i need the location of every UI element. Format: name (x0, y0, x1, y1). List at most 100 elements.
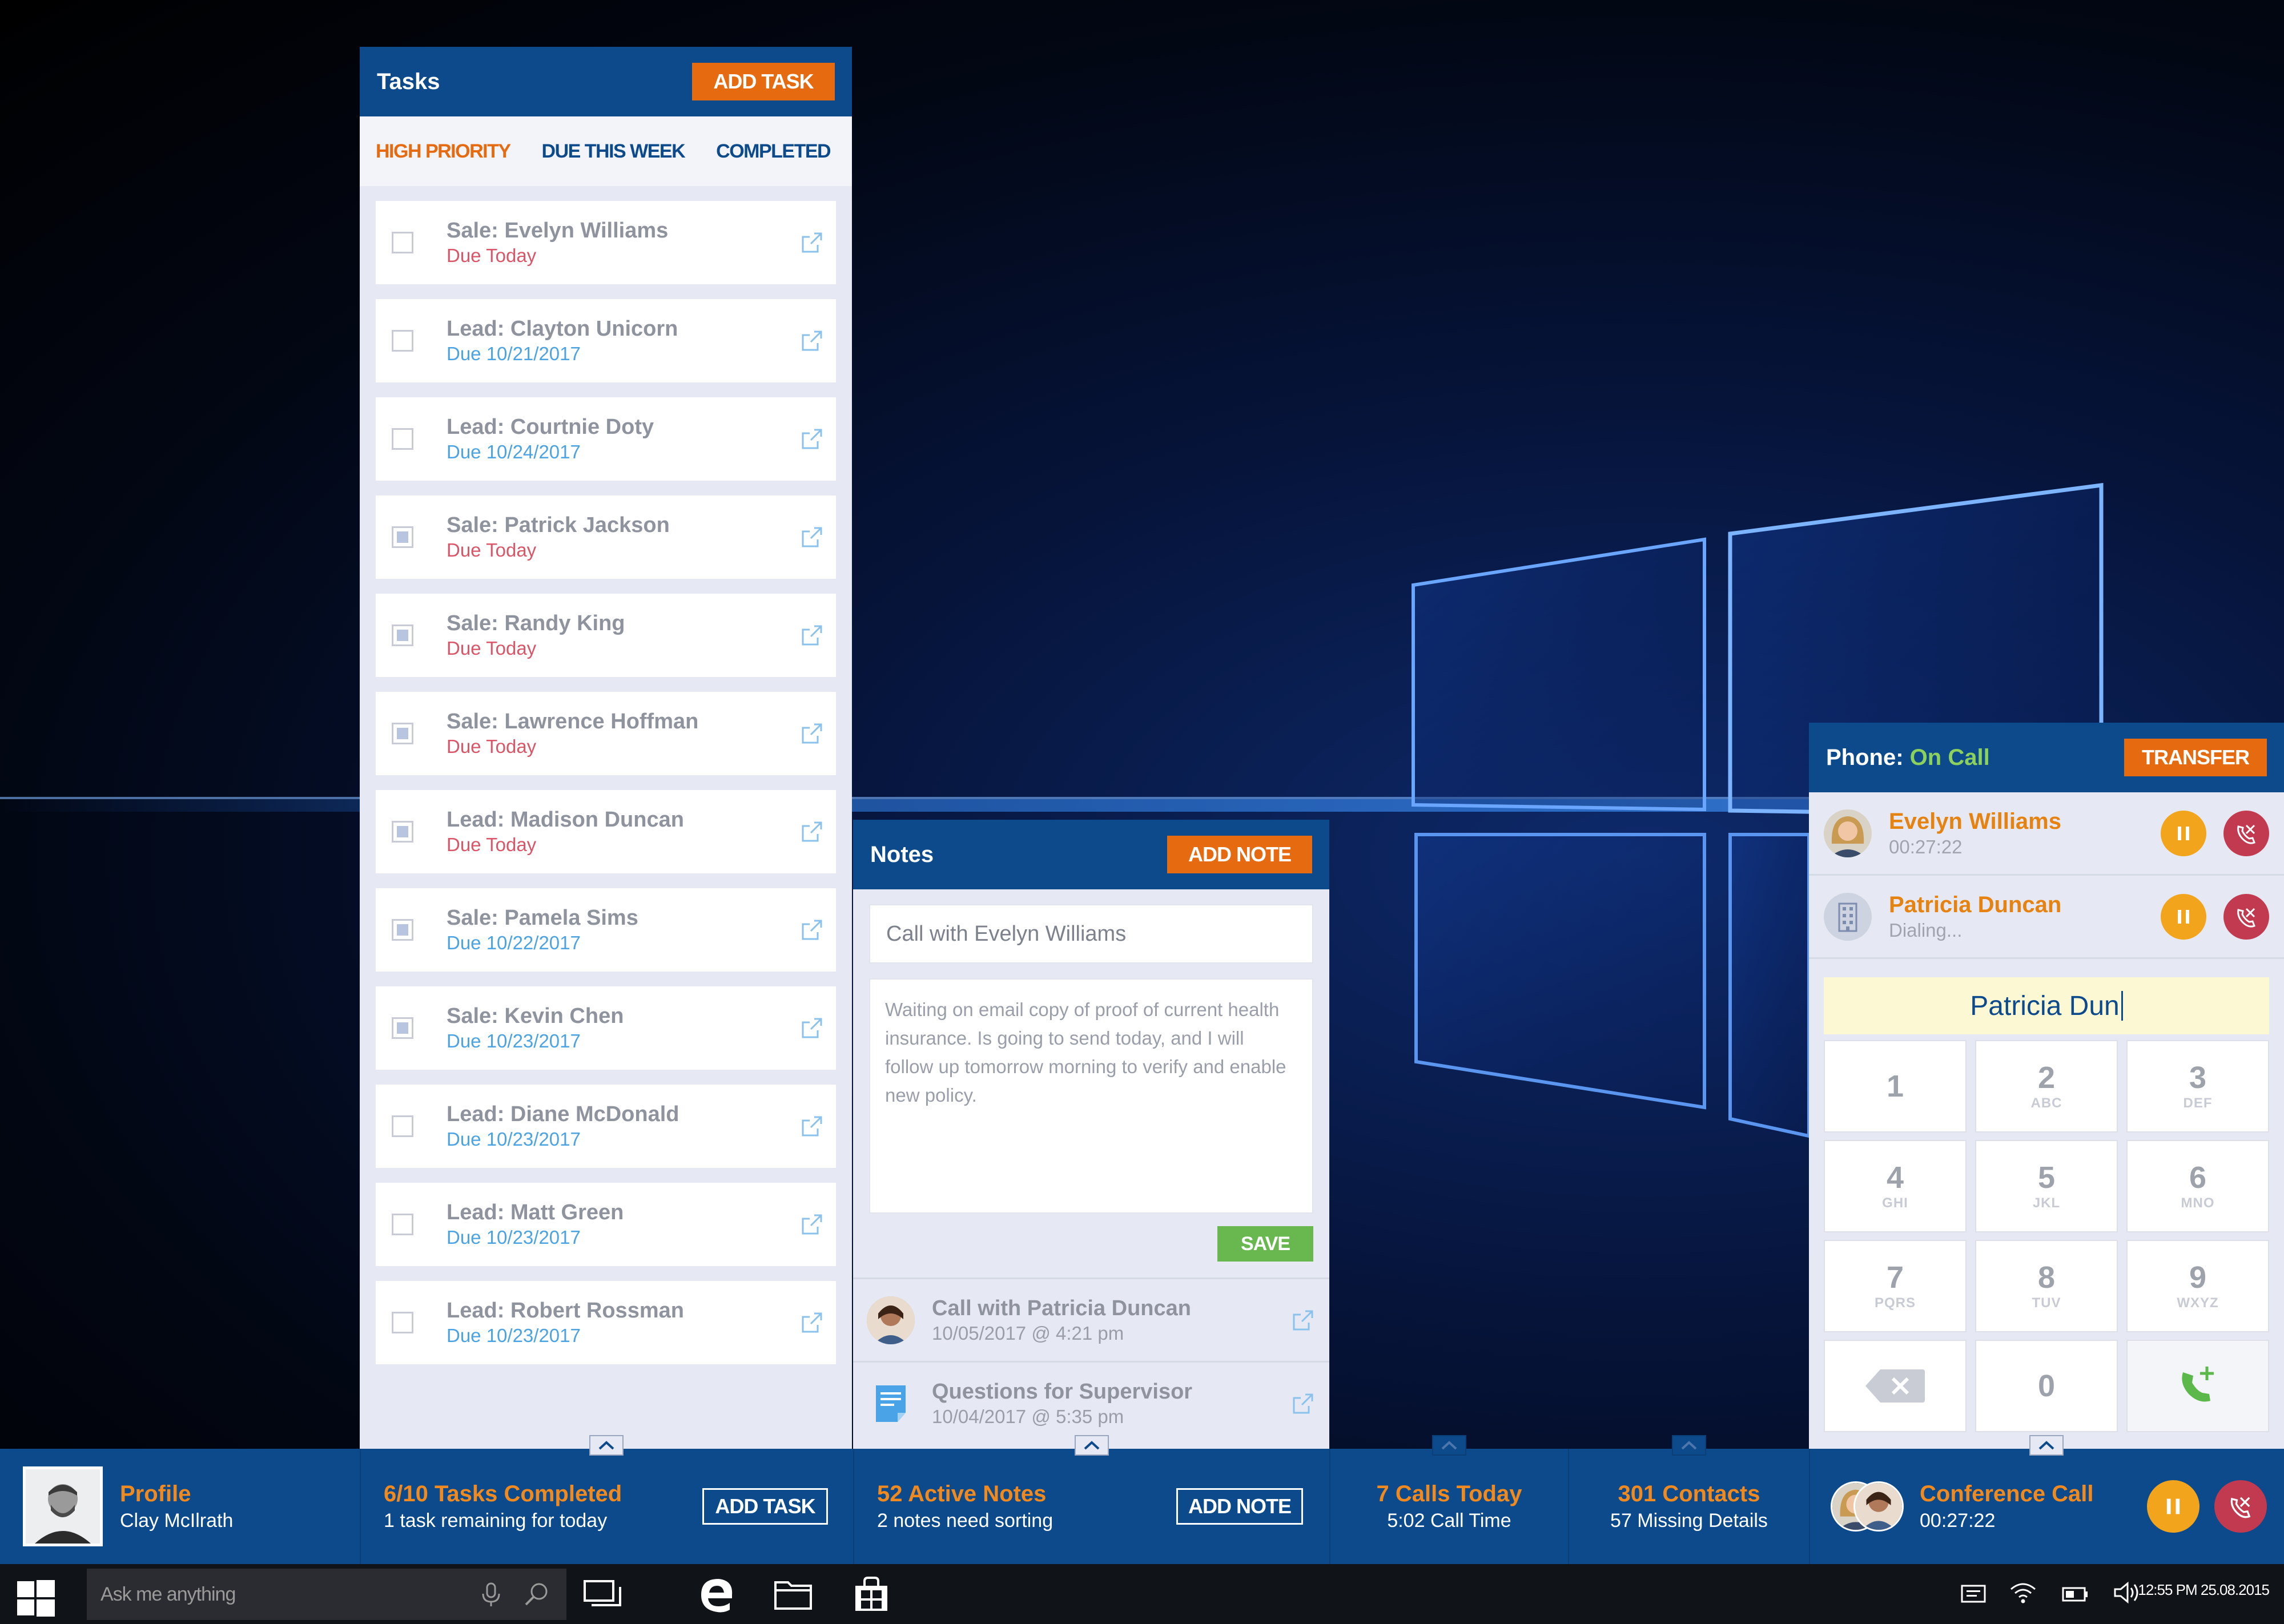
task-item[interactable]: Lead: Diane McDonald Due 10/23/2017 (376, 1085, 836, 1168)
external-link-icon[interactable] (799, 1114, 825, 1139)
search-icon[interactable] (523, 1581, 549, 1607)
task-checkbox[interactable] (392, 919, 413, 941)
cortana-search-box[interactable]: Ask me anything (87, 1569, 566, 1620)
task-item[interactable]: Lead: Robert Rossman Due 10/23/2017 (376, 1281, 836, 1364)
task-due-date: Due 10/23/2017 (447, 1227, 581, 1248)
task-item[interactable]: Lead: Matt Green Due 10/23/2017 (376, 1183, 836, 1266)
task-checkbox[interactable] (392, 1115, 413, 1137)
task-checkbox[interactable] (392, 1312, 413, 1333)
store-icon[interactable] (853, 1575, 890, 1616)
external-link-icon[interactable] (1290, 1391, 1316, 1416)
pause-icon (2178, 826, 2189, 840)
external-link-icon[interactable] (799, 1015, 825, 1041)
note-body-textarea[interactable]: Waiting on email copy of proof of curren… (869, 978, 1313, 1214)
task-item[interactable]: Sale: Pamela Sims Due 10/22/2017 (376, 888, 836, 972)
external-link-icon[interactable] (799, 230, 825, 255)
task-checkbox[interactable] (392, 526, 413, 548)
task-item[interactable]: Lead: Clayton Unicorn Due 10/21/2017 (376, 299, 836, 382)
transfer-button[interactable]: TRANSFER (2124, 739, 2267, 776)
hold-button[interactable] (2161, 810, 2206, 856)
dial-key-8[interactable]: 8 TUV (1975, 1240, 2118, 1332)
notes-title: Notes (870, 841, 934, 867)
expand-phone-tab[interactable] (2029, 1435, 2064, 1456)
add-task-button[interactable]: ADD TASK (692, 63, 835, 100)
task-checkbox[interactable] (392, 1214, 413, 1235)
notes-header: Notes ADD NOTE (853, 820, 1329, 889)
task-checkbox[interactable] (392, 330, 413, 352)
text-cursor (2121, 991, 2123, 1021)
hold-button[interactable] (2161, 893, 2206, 940)
conference-hangup-button[interactable] (2214, 1480, 2267, 1533)
task-item[interactable]: Sale: Randy King Due Today (376, 594, 836, 677)
dial-key-7[interactable]: 7 PQRS (1824, 1240, 1967, 1332)
task-checkbox[interactable] (392, 232, 413, 253)
task-item[interactable]: Sale: Kevin Chen Due 10/23/2017 (376, 986, 836, 1070)
external-link-icon[interactable] (799, 328, 825, 353)
calls-summary-section[interactable]: 7 Calls Today 5:02 Call Time (1329, 1435, 1568, 1564)
external-link-icon[interactable] (799, 1310, 825, 1335)
external-link-icon[interactable] (799, 426, 825, 452)
task-item[interactable]: Sale: Patrick Jackson Due Today (376, 495, 836, 579)
external-link-icon[interactable] (799, 819, 825, 844)
add-call-button[interactable] (2126, 1340, 2269, 1432)
wifi-icon[interactable] (2009, 1580, 2037, 1608)
external-link-icon[interactable] (799, 623, 825, 648)
task-checkbox[interactable] (392, 723, 413, 744)
edge-browser-icon[interactable] (698, 1575, 735, 1616)
task-due-date: Due 10/23/2017 (447, 1129, 581, 1150)
windows-start-icon[interactable] (17, 1580, 55, 1621)
external-link-icon[interactable] (799, 721, 825, 746)
task-name: Lead: Matt Green (447, 1200, 624, 1224)
note-title-input[interactable]: Call with Evelyn Williams (869, 904, 1313, 964)
dial-key-letters: TUV (2032, 1295, 2061, 1311)
file-explorer-icon[interactable] (773, 1579, 813, 1614)
profile-section[interactable]: Profile Clay McIlrath (0, 1449, 360, 1564)
hangup-button[interactable] (2223, 893, 2269, 940)
battery-icon[interactable] (2061, 1583, 2090, 1607)
expand-calls-tab[interactable] (1432, 1435, 1466, 1456)
task-item[interactable]: Lead: Madison Duncan Due Today (376, 790, 836, 873)
task-checkbox[interactable] (392, 1017, 413, 1039)
contacts-count: 301 Contacts (1618, 1481, 1760, 1506)
hangup-button[interactable] (2223, 810, 2269, 856)
dial-key-3[interactable]: 3 DEF (2126, 1040, 2269, 1133)
dial-key-2[interactable]: 2 ABC (1975, 1040, 2118, 1133)
conference-hold-button[interactable] (2147, 1480, 2199, 1533)
phone-panel: Phone: On Call TRANSFER Evelyn Williams … (1809, 723, 2284, 1449)
dial-key-9[interactable]: 9 WXYZ (2126, 1240, 2269, 1332)
note-item[interactable]: Call with Patricia Duncan 10/05/2017 @ 4… (853, 1278, 1329, 1361)
bottom-add-task-button[interactable]: ADD TASK (702, 1488, 828, 1525)
expand-contacts-tab[interactable] (1672, 1435, 1706, 1456)
task-view-icon[interactable] (582, 1579, 622, 1614)
dial-key-1[interactable]: 1 (1824, 1040, 1967, 1133)
microphone-icon[interactable] (480, 1581, 502, 1607)
external-link-icon[interactable] (799, 917, 825, 942)
task-checkbox[interactable] (392, 428, 413, 450)
dial-input[interactable]: Patricia Dun (1824, 977, 2269, 1034)
save-note-button[interactable]: SAVE (1217, 1226, 1313, 1262)
tab-completed[interactable]: COMPLETED (716, 140, 831, 163)
tab-due-this-week[interactable]: DUE THIS WEEK (542, 140, 686, 163)
task-item[interactable]: Sale: Lawrence Hoffman Due Today (376, 692, 836, 775)
dial-key-0[interactable]: 0 (1975, 1340, 2118, 1432)
backspace-button[interactable] (1824, 1340, 1967, 1432)
external-link-icon[interactable] (1290, 1308, 1316, 1333)
bottom-add-note-button[interactable]: ADD NOTE (1176, 1488, 1303, 1525)
system-clock[interactable]: 12:55 PM 25.08.2015 (2138, 1581, 2270, 1599)
note-item[interactable]: Questions for Supervisor 10/04/2017 @ 5:… (853, 1361, 1329, 1444)
action-center-icon[interactable] (1960, 1582, 1987, 1608)
task-checkbox[interactable] (392, 821, 413, 843)
external-link-icon[interactable] (799, 1212, 825, 1237)
task-checkbox[interactable] (392, 624, 413, 646)
dial-key-4[interactable]: 4 GHI (1824, 1140, 1967, 1232)
expand-notes-tab[interactable] (1075, 1435, 1109, 1456)
dial-key-5[interactable]: 5 JKL (1975, 1140, 2118, 1232)
task-item[interactable]: Lead: Courtnie Doty Due 10/24/2017 (376, 397, 836, 481)
tab-high-priority[interactable]: HIGH PRIORITY (376, 140, 511, 163)
expand-tasks-tab[interactable] (589, 1435, 624, 1456)
add-note-button[interactable]: ADD NOTE (1167, 836, 1312, 873)
dial-key-6[interactable]: 6 MNO (2126, 1140, 2269, 1232)
task-item[interactable]: Sale: Evelyn Williams Due Today (376, 201, 836, 284)
external-link-icon[interactable] (799, 525, 825, 550)
contacts-summary-section[interactable]: 301 Contacts 57 Missing Details (1568, 1435, 1809, 1564)
